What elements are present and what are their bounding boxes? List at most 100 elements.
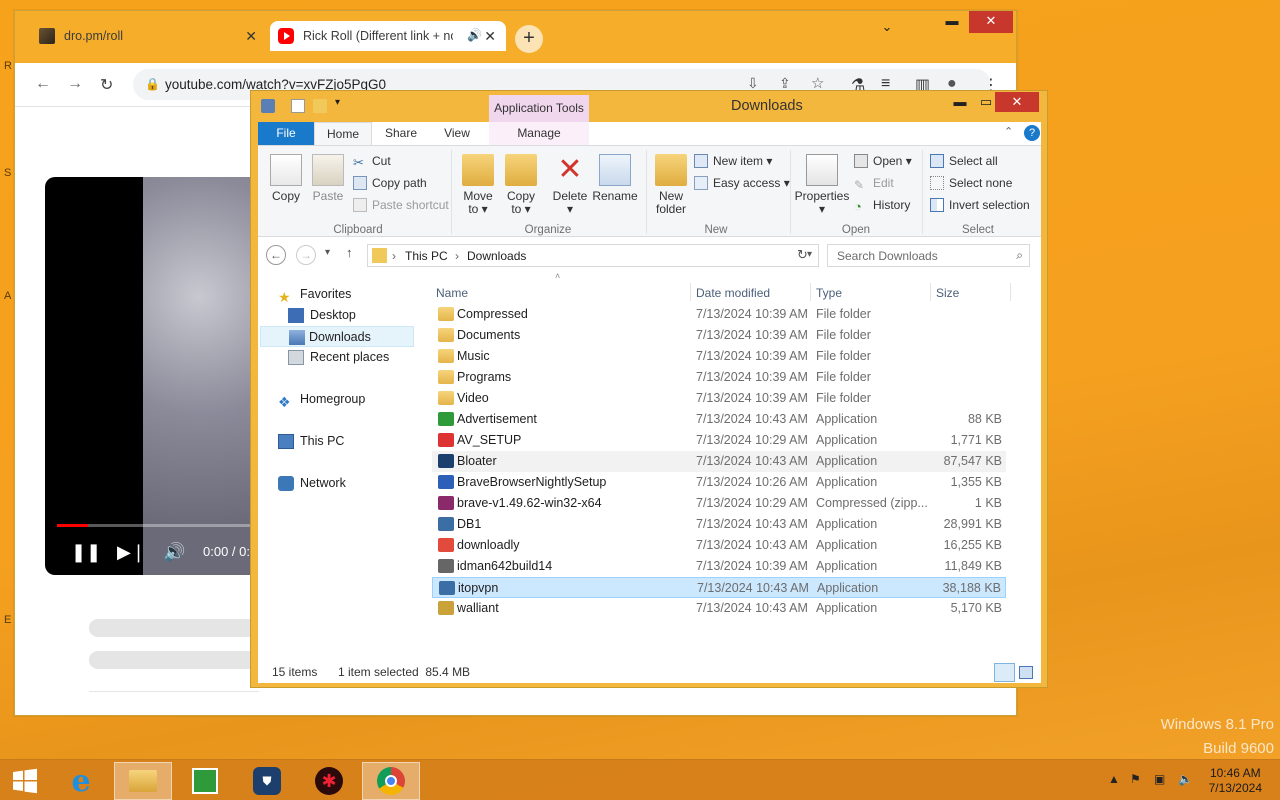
action-center-flag-icon[interactable]: ⚑ [1130, 772, 1141, 786]
paste-button[interactable]: Paste [308, 154, 348, 203]
taskbar-chrome[interactable] [362, 762, 420, 800]
column-header-name[interactable]: Name [436, 286, 468, 300]
video-player[interactable]: ❚❚ ▶❘ 🔊 0:00 / 0: [45, 177, 275, 575]
start-button[interactable] [0, 762, 50, 800]
rename-button[interactable]: Rename [592, 154, 638, 203]
tab-share[interactable]: Share [378, 122, 424, 145]
clock[interactable]: 10:46 AM 7/13/2024 [1209, 766, 1262, 796]
file-row[interactable]: Programs 7/13/2024 10:39 AM File folder [432, 367, 1006, 388]
file-row[interactable]: Documents 7/13/2024 10:39 AM File folder [432, 325, 1006, 346]
nav-downloads[interactable]: Downloads [260, 326, 414, 347]
column-header-date[interactable]: Date modified [696, 286, 770, 300]
browser-minimize-button[interactable]: ▬ [941, 11, 963, 33]
reload-icon[interactable]: ↻ [100, 75, 113, 95]
file-row[interactable]: Music 7/13/2024 10:39 AM File folder [432, 346, 1006, 367]
new-item-button[interactable]: New item ▾ [694, 152, 772, 170]
chevron-right-icon[interactable]: › [455, 249, 459, 263]
browser-tab-droom[interactable]: dro.pm/roll ✕ [31, 21, 267, 51]
browser-close-button[interactable]: ✕ [969, 11, 1013, 33]
forward-icon[interactable]: → [67, 75, 83, 93]
select-all-button[interactable]: Select all [930, 152, 998, 170]
taskbar-app-red[interactable]: ✱ [300, 762, 358, 800]
edit-button[interactable]: ✎ Edit [854, 174, 894, 192]
delete-button[interactable]: ✕ Delete ▾ [548, 154, 592, 216]
back-icon[interactable]: ← [266, 245, 286, 265]
next-icon[interactable]: ▶❘ [117, 542, 146, 563]
file-row[interactable]: Compressed 7/13/2024 10:39 AM File folder [432, 304, 1006, 325]
copy-button[interactable]: Copy [266, 154, 306, 203]
search-icon[interactable]: ⌕ [1016, 248, 1023, 263]
up-icon[interactable]: ↑ [346, 245, 353, 260]
column-divider[interactable] [690, 283, 691, 301]
file-row[interactable]: Bloater 7/13/2024 10:43 AM Application 87,5… [432, 451, 1006, 472]
large-icons-view-icon[interactable] [1019, 666, 1033, 679]
chevron-right-icon[interactable]: › [392, 249, 396, 263]
column-header-size[interactable]: Size [936, 286, 959, 300]
taskbar-bitwarden[interactable]: ⛊ [238, 762, 296, 800]
close-tab-icon[interactable]: ✕ [245, 28, 257, 45]
taskbar-file-explorer[interactable] [114, 762, 172, 800]
explorer-close-button[interactable]: ✕ [995, 92, 1039, 112]
column-header-type[interactable]: Type [816, 286, 842, 300]
lock-icon[interactable]: 🔒 [145, 77, 160, 91]
taskbar-internet-explorer[interactable]: e [52, 762, 110, 800]
volume-icon[interactable]: 🔊 [163, 542, 185, 563]
nav-network[interactable]: Network [278, 473, 346, 494]
new-tab-button[interactable]: + [515, 25, 543, 53]
close-tab-icon[interactable]: ✕ [484, 28, 496, 45]
file-row[interactable]: Advertisement 7/13/2024 10:43 AM Applicati… [432, 409, 1006, 430]
taskbar-store[interactable] [176, 762, 234, 800]
history-button[interactable]: ◔ History [854, 196, 910, 214]
tab-home[interactable]: Home [314, 122, 372, 145]
show-hidden-icons-icon[interactable]: ▲ [1108, 772, 1120, 786]
address-box[interactable]: › This PC › Downloads ▾ [367, 244, 819, 267]
nav-desktop[interactable]: Desktop [288, 305, 356, 326]
file-row[interactable]: brave-v1.49.62-win32-x64 7/13/2024 10:29 … [432, 493, 1006, 514]
nav-favorites[interactable]: ★ Favorites [278, 284, 351, 305]
properties-button[interactable]: Properties ▾ [794, 154, 850, 216]
qat-dropdown-icon[interactable]: ▾ [335, 97, 340, 108]
tab-search-icon[interactable]: ⌄ [877, 17, 897, 39]
cut-button[interactable]: ✂ Cut [353, 152, 391, 170]
network-status-icon[interactable]: ▣ [1154, 772, 1165, 786]
details-view-icon[interactable] [994, 663, 1015, 682]
column-divider[interactable] [810, 283, 811, 301]
open-button[interactable]: Open ▾ [854, 152, 912, 170]
back-icon[interactable]: ← [35, 75, 51, 93]
nav-homegroup[interactable]: ❖ Homegroup [278, 389, 365, 410]
new-folder-qat-icon[interactable] [313, 99, 327, 113]
file-row[interactable]: AV_SETUP 7/13/2024 10:29 AM Application 1,7… [432, 430, 1006, 451]
video-progress-bar[interactable] [57, 524, 275, 527]
explorer-minimize-button[interactable]: ▬ [947, 92, 973, 112]
browser-tab-youtube[interactable]: Rick Roll (Different link + no 🔊 ✕ [270, 21, 506, 51]
file-row[interactable]: Video 7/13/2024 10:39 AM File folder [432, 388, 1006, 409]
new-folder-button[interactable]: New folder [651, 154, 691, 216]
speaker-icon[interactable]: 🔊 [467, 28, 482, 42]
collapse-ribbon-icon[interactable]: ⌃ [1004, 125, 1013, 138]
explorer-app-icon[interactable] [261, 99, 275, 113]
search-input[interactable]: Search Downloads ⌕ [827, 244, 1030, 267]
tab-view[interactable]: View [434, 122, 480, 145]
file-row[interactable]: idman642build14 7/13/2024 10:39 AM Applica… [432, 556, 1006, 577]
file-row[interactable]: walliant 7/13/2024 10:43 AM Application 5,1… [432, 598, 1006, 619]
column-divider[interactable] [930, 283, 931, 301]
paste-shortcut-button[interactable]: Paste shortcut [353, 196, 449, 214]
pause-icon[interactable]: ❚❚ [71, 542, 101, 563]
breadcrumb-this-pc[interactable]: This PC [405, 249, 448, 263]
refresh-icon[interactable]: ↻ [797, 247, 808, 263]
file-row[interactable]: BraveBrowserNightlySetup 7/13/2024 10:26 … [432, 472, 1006, 493]
nav-recent-places[interactable]: Recent places [288, 347, 389, 368]
column-divider[interactable] [1010, 283, 1011, 301]
properties-qat-icon[interactable] [291, 99, 305, 113]
help-icon[interactable]: ? [1024, 125, 1040, 141]
sort-ascending-icon[interactable]: ˄ [555, 271, 560, 281]
tab-manage[interactable]: Manage [489, 122, 589, 145]
select-none-button[interactable]: Select none [930, 174, 1012, 192]
volume-icon[interactable]: 🔈 [1178, 772, 1193, 786]
recent-locations-icon[interactable]: ▾ [325, 247, 330, 258]
copy-path-button[interactable]: Copy path [353, 174, 427, 192]
file-row[interactable]: itopvpn 7/13/2024 10:43 AM Application 38,1… [432, 577, 1006, 598]
copy-to-button[interactable]: Copy to ▾ [501, 154, 541, 216]
forward-icon[interactable]: → [296, 245, 316, 265]
file-row[interactable]: downloadly 7/13/2024 10:43 AM Application 1… [432, 535, 1006, 556]
